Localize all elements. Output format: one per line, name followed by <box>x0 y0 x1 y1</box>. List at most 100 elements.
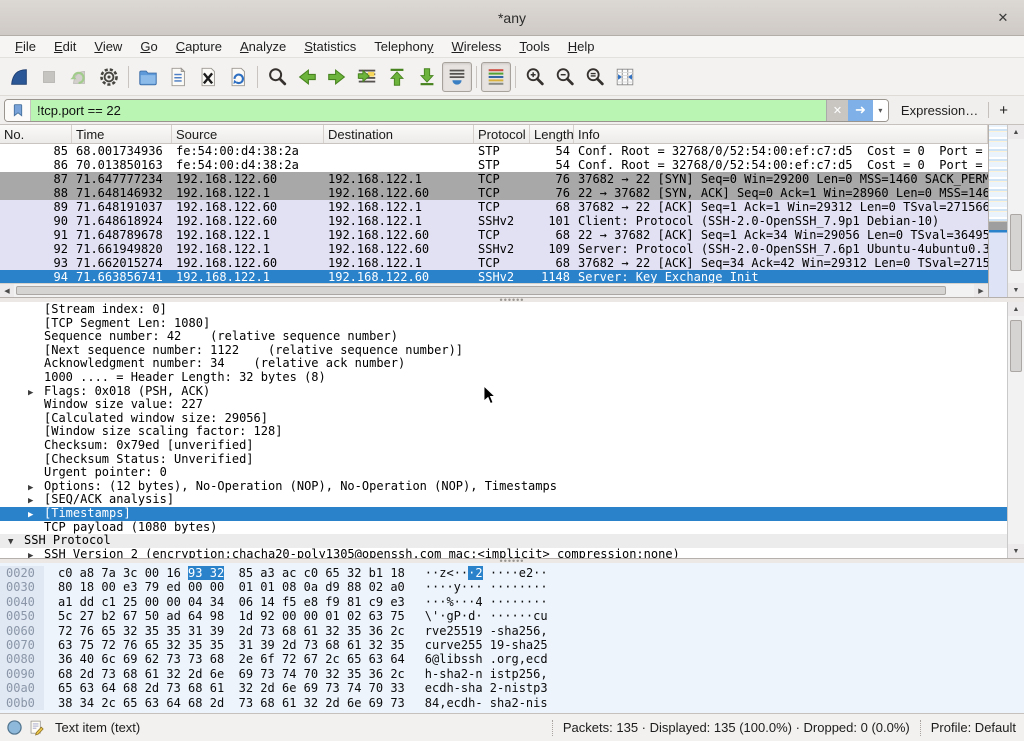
column-header-no[interactable]: No. <box>0 125 72 143</box>
menu-file[interactable]: File <box>6 37 45 56</box>
zoom-reset-button[interactable] <box>580 62 610 92</box>
find-packet-button[interactable] <box>262 62 292 92</box>
scroll-left-icon[interactable]: ◀ <box>0 284 14 297</box>
add-filter-button[interactable]: + <box>989 102 1018 119</box>
zoom-in-button[interactable] <box>520 62 550 92</box>
detail-line[interactable]: [Stream index: 0] <box>0 303 1007 317</box>
menu-tools[interactable]: Tools <box>510 37 558 56</box>
filter-apply-icon[interactable]: ➜ <box>848 100 873 121</box>
detail-line[interactable]: [Window size scaling factor: 128] <box>0 425 1007 439</box>
hex-row[interactable]: 009068 2d 73 68 61 32 2d 6e 69 73 74 70 … <box>0 667 1024 681</box>
menu-telephony[interactable]: Telephony <box>365 37 442 56</box>
hex-row[interactable]: 008036 40 6c 69 62 73 73 68 2e 6f 72 67 … <box>0 652 1024 666</box>
scroll-right-icon[interactable]: ▶ <box>974 284 988 297</box>
filter-clear-icon[interactable]: ✕ <box>826 100 848 121</box>
menu-capture[interactable]: Capture <box>167 37 231 56</box>
go-back-button[interactable] <box>292 62 322 92</box>
detail-line[interactable]: [Calculated window size: 29056] <box>0 412 1007 426</box>
table-row[interactable]: 8670.013850163fe:54:00:d4:38:2aSTP54Conf… <box>0 158 988 172</box>
detail-line[interactable]: [TCP Segment Len: 1080] <box>0 317 1007 331</box>
detail-line[interactable]: [Checksum Status: Unverified] <box>0 453 1007 467</box>
packet-list-vscrollbar[interactable]: ▲ ▼ <box>1007 125 1024 297</box>
menu-go[interactable]: Go <box>131 37 166 56</box>
detail-line[interactable]: ▶Options: (12 bytes), No-Operation (NOP)… <box>0 480 1007 494</box>
hex-row[interactable]: 003080 18 00 e3 79 ed 00 00 01 01 08 0a … <box>0 580 1024 594</box>
filter-bookmark-icon[interactable] <box>5 100 31 121</box>
intelligent-scrollbar-minimap[interactable] <box>988 125 1007 297</box>
hex-row[interactable]: 00b038 34 2c 65 63 64 68 2d 73 68 61 32 … <box>0 696 1024 710</box>
auto-scroll-button[interactable] <box>442 62 472 92</box>
go-last-button[interactable] <box>412 62 442 92</box>
start-capture-button[interactable] <box>4 62 34 92</box>
detail-line[interactable]: Acknowledgment number: 34 (relative ack … <box>0 357 1007 371</box>
expression-button[interactable]: Expression… <box>889 103 988 118</box>
scroll-up-icon[interactable]: ▲ <box>1008 125 1024 139</box>
scroll-down-icon[interactable]: ▼ <box>1008 544 1024 558</box>
capture-options-button[interactable] <box>94 62 124 92</box>
reload-file-button[interactable] <box>223 62 253 92</box>
capture-comment-icon[interactable] <box>28 719 44 736</box>
close-file-button[interactable] <box>193 62 223 92</box>
detail-line[interactable]: Urgent pointer: 0 <box>0 466 1007 480</box>
column-header-length[interactable]: Length <box>530 125 574 143</box>
hex-row[interactable]: 007063 75 72 76 65 32 35 35 31 39 2d 73 … <box>0 638 1024 652</box>
profile-text[interactable]: Profile: Default <box>931 720 1016 735</box>
table-row[interactable]: 9071.648618924192.168.122.60192.168.122.… <box>0 214 988 228</box>
restart-capture-button[interactable] <box>64 62 94 92</box>
colorize-button[interactable] <box>481 62 511 92</box>
menu-analyze[interactable]: Analyze <box>231 37 295 56</box>
column-header-protocol[interactable]: Protocol <box>474 125 530 143</box>
detail-line[interactable]: [Next sequence number: 1122 (relative se… <box>0 344 1007 358</box>
detail-line[interactable]: 1000 .... = Header Length: 32 bytes (8) <box>0 371 1007 385</box>
detail-line-selected[interactable]: ▶[Timestamps] <box>0 507 1007 521</box>
table-row-selected[interactable]: 9471.663856741192.168.122.1192.168.122.6… <box>0 270 988 283</box>
hex-row[interactable]: 006072 76 65 32 35 35 31 39 2d 73 68 61 … <box>0 624 1024 638</box>
expert-info-icon[interactable] <box>6 719 23 736</box>
table-row[interactable]: 9271.661949820192.168.122.1192.168.122.6… <box>0 242 988 256</box>
column-header-source[interactable]: Source <box>172 125 324 143</box>
open-file-button[interactable] <box>133 62 163 92</box>
detail-line[interactable]: Window size value: 227 <box>0 398 1007 412</box>
go-first-button[interactable] <box>382 62 412 92</box>
menu-help[interactable]: Help <box>559 37 604 56</box>
resize-columns-button[interactable] <box>610 62 640 92</box>
hex-row[interactable]: 0040a1 dd c1 25 00 00 04 34 06 14 f5 e8 … <box>0 595 1024 609</box>
column-header-info[interactable]: Info <box>574 125 988 143</box>
filter-dropdown-icon[interactable]: ▾ <box>873 100 888 121</box>
scroll-down-icon[interactable]: ▼ <box>1008 283 1024 297</box>
hscroll-thumb[interactable] <box>16 286 946 295</box>
menu-edit[interactable]: Edit <box>45 37 85 56</box>
detail-line[interactable]: Sequence number: 42 (relative sequence n… <box>0 330 1007 344</box>
zoom-out-button[interactable] <box>550 62 580 92</box>
go-forward-button[interactable] <box>322 62 352 92</box>
save-file-button[interactable] <box>163 62 193 92</box>
go-to-packet-button[interactable] <box>352 62 382 92</box>
scroll-up-icon[interactable]: ▲ <box>1008 302 1024 316</box>
detail-line[interactable]: TCP payload (1080 bytes) <box>0 521 1007 535</box>
details-vscrollbar[interactable]: ▲ ▼ <box>1007 302 1024 558</box>
stop-capture-button[interactable] <box>34 62 64 92</box>
close-window-icon[interactable]: ✕ <box>994 9 1012 27</box>
table-row[interactable]: 9371.662015274192.168.122.60192.168.122.… <box>0 256 988 270</box>
vscroll-thumb[interactable] <box>1010 320 1022 372</box>
detail-line[interactable]: ▼SSH Protocol <box>0 534 1007 548</box>
menu-view[interactable]: View <box>85 37 131 56</box>
table-row[interactable]: 8568.001734936fe:54:00:d4:38:2aSTP54Conf… <box>0 144 988 158</box>
hex-row[interactable]: 00a065 63 64 68 2d 73 68 61 32 2d 6e 69 … <box>0 681 1024 695</box>
menu-statistics[interactable]: Statistics <box>295 37 365 56</box>
column-header-time[interactable]: Time <box>72 125 172 143</box>
table-row[interactable]: 8971.648191037192.168.122.60192.168.122.… <box>0 200 988 214</box>
column-header-destination[interactable]: Destination <box>324 125 474 143</box>
table-row[interactable]: 9171.648789678192.168.122.1192.168.122.6… <box>0 228 988 242</box>
detail-line[interactable]: Checksum: 0x79ed [unverified] <box>0 439 1007 453</box>
detail-line[interactable]: ▶Flags: 0x018 (PSH, ACK) <box>0 385 1007 399</box>
detail-line[interactable]: ▶[SEQ/ACK analysis] <box>0 493 1007 507</box>
packet-list-hscrollbar[interactable]: ◀ ▶ <box>0 283 988 297</box>
display-filter-input[interactable] <box>31 100 826 121</box>
hex-row[interactable]: 00505c 27 b2 67 50 ad 64 98 1d 92 00 00 … <box>0 609 1024 623</box>
menu-wireless[interactable]: Wireless <box>443 37 511 56</box>
table-row[interactable]: 8771.647777234192.168.122.60192.168.122.… <box>0 172 988 186</box>
hex-row[interactable]: 0020c0 a8 7a 3c 00 16 93 32 85 a3 ac c0 … <box>0 566 1024 580</box>
table-row[interactable]: 8871.648146932192.168.122.1192.168.122.6… <box>0 186 988 200</box>
vscroll-thumb[interactable] <box>1010 214 1022 272</box>
